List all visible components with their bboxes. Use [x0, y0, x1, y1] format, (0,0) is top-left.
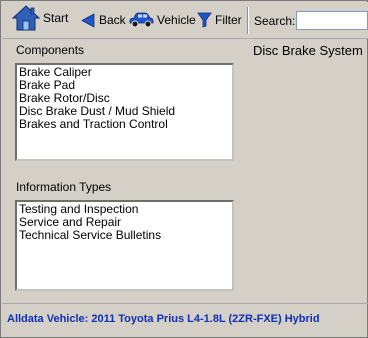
start-button[interactable]: Start: [12, 5, 69, 31]
toolbar-separator: [247, 7, 249, 34]
information-types-listbox[interactable]: Testing and Inspection Service and Repair…: [15, 200, 234, 291]
back-label: Back: [99, 13, 126, 27]
home-icon: [12, 5, 40, 31]
components-heading: Components: [16, 43, 85, 57]
vehicle-button[interactable]: Vehicle: [128, 8, 196, 32]
filter-label: Filter: [215, 13, 242, 27]
car-icon: [129, 12, 154, 28]
vehicle-label: Vehicle: [157, 13, 196, 27]
footer-divider: [2, 303, 368, 304]
information-types-heading: Information Types: [16, 180, 112, 194]
components-listbox[interactable]: Brake Caliper Brake Pad Brake Rotor/Disc Di…: [15, 63, 234, 161]
vehicle-status: Alldata Vehicle: 2011 Toyota Prius L4-1.…: [7, 313, 320, 325]
toolbar: Start Back Vehicle Filter Search:: [2, 2, 368, 39]
app-window: Start Back Vehicle Filter Search: Compon…: [0, 0, 368, 338]
search-label: Search:: [254, 14, 296, 28]
search-input[interactable]: [296, 11, 368, 30]
back-button[interactable]: Back: [81, 8, 126, 32]
system-title: Disc Brake System: [253, 43, 363, 58]
filter-funnel-icon: [197, 12, 212, 28]
back-arrow-icon: [81, 12, 95, 28]
start-label: Start: [43, 11, 69, 25]
list-item[interactable]: Brakes and Traction Control: [19, 118, 230, 131]
filter-button[interactable]: Filter: [197, 8, 242, 32]
list-item[interactable]: Technical Service Bulletins: [19, 229, 230, 242]
